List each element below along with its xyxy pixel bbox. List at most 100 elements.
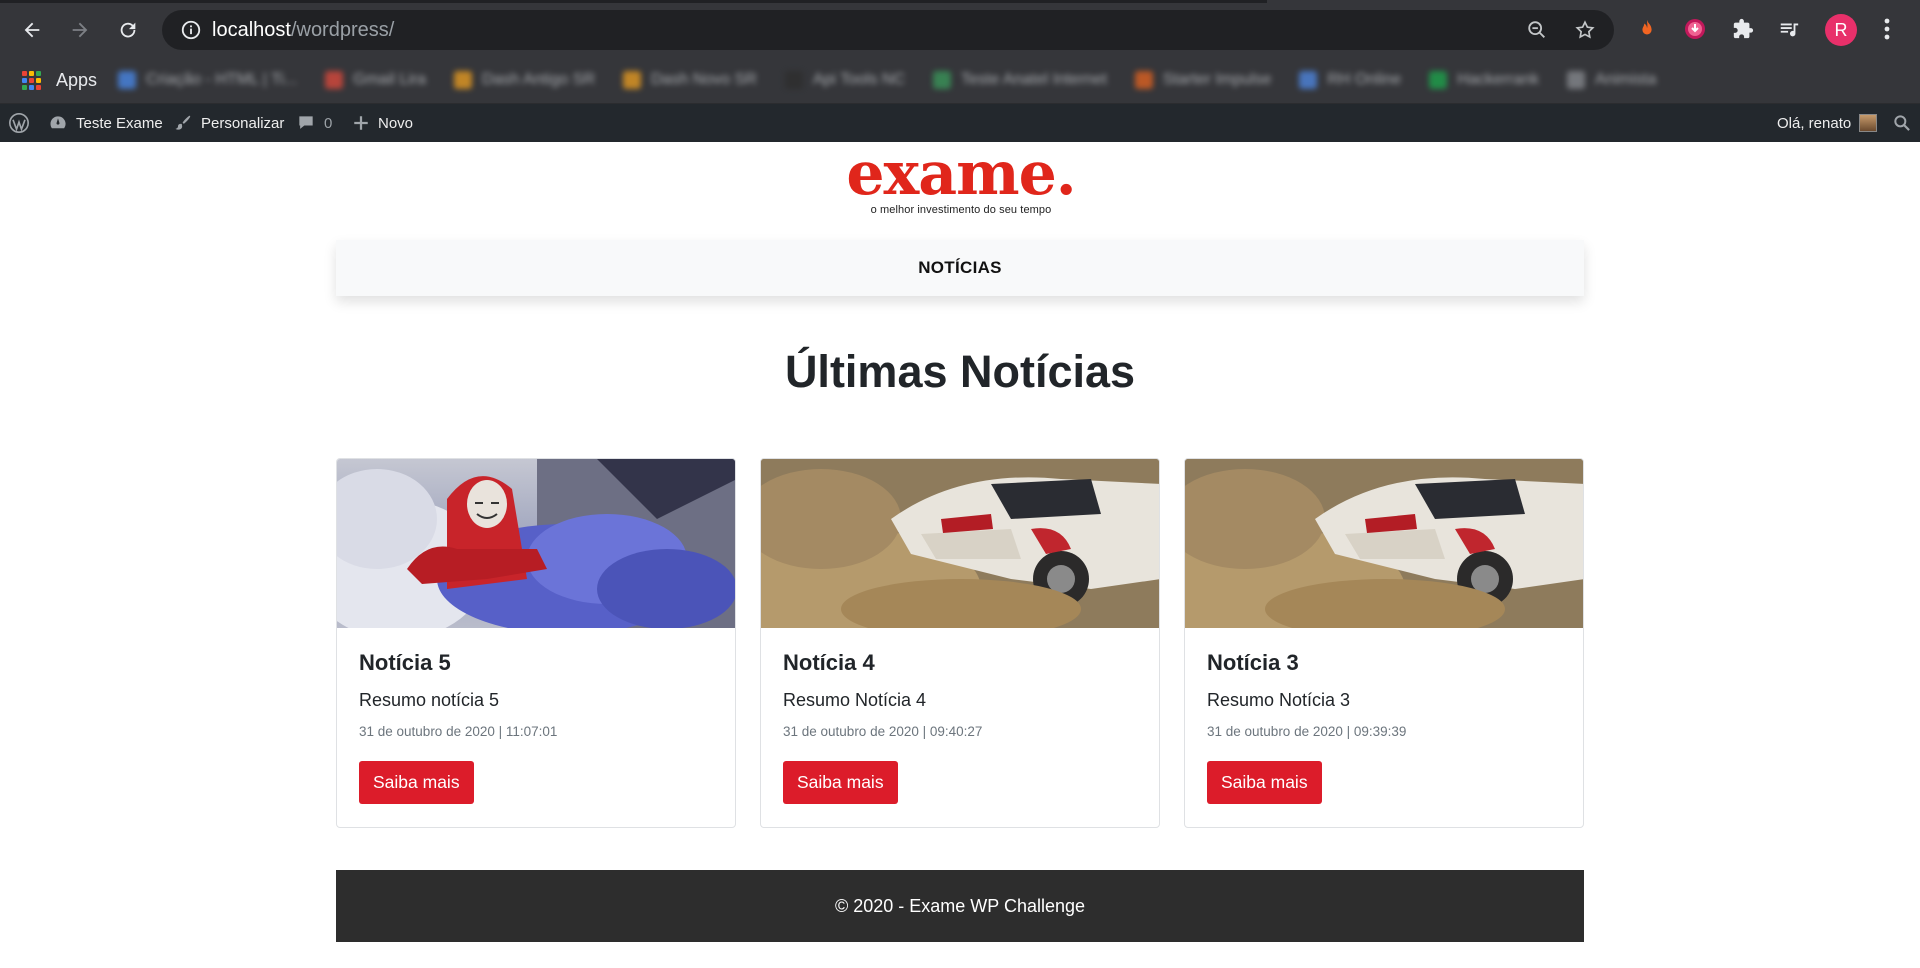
- forward-button[interactable]: [62, 12, 98, 48]
- address-bar[interactable]: localhost/wordpress/: [162, 10, 1614, 50]
- wp-admin-bar: Teste Exame Personalizar 0 Novo Olá, ren…: [0, 104, 1920, 142]
- bookmark-favicon-icon: [325, 71, 344, 89]
- bookmark-item[interactable]: Animista: [1567, 71, 1656, 89]
- apps-grid-icon: [22, 70, 42, 91]
- bookmark-favicon-icon: [1567, 71, 1585, 89]
- apps-shortcut[interactable]: Apps: [22, 70, 97, 91]
- zoom-out-icon[interactable]: [1526, 19, 1548, 41]
- bookmark-favicon-icon: [1429, 71, 1448, 89]
- bookmark-item[interactable]: Starter Impulse: [1134, 71, 1272, 89]
- customize-link[interactable]: Personalizar: [173, 104, 284, 142]
- bookmark-label: Api Tools NC: [812, 71, 906, 88]
- url-path: /wordpress/: [290, 19, 395, 41]
- bookmark-item[interactable]: Hackerrank: [1429, 71, 1539, 89]
- comments-count: 0: [324, 114, 333, 132]
- bookmark-item[interactable]: Dash Antigo SR: [454, 71, 595, 89]
- news-card-date: 31 de outubro de 2020 | 11:07:01: [359, 724, 558, 739]
- apps-label: Apps: [56, 70, 98, 90]
- news-card-image-protester[interactable]: [337, 459, 735, 628]
- bookmark-favicon-icon: [784, 71, 803, 89]
- site-name-link[interactable]: Teste Exame: [48, 104, 163, 142]
- site-footer: © 2020 - Exame WP Challenge: [336, 870, 1584, 942]
- read-more-button[interactable]: Saiba mais: [783, 761, 898, 804]
- wp-logo-button[interactable]: [8, 104, 38, 142]
- url-host: localhost: [212, 19, 291, 41]
- arrow-left-icon: [24, 22, 40, 38]
- greeting-label: Olá, renato: [1777, 114, 1852, 132]
- news-card: Notícia 5 Resumo notícia 5 31 de outubro…: [336, 458, 736, 828]
- info-icon[interactable]: [180, 19, 202, 41]
- footer-copyright: © 2020 - Exame WP Challenge: [834, 895, 1086, 916]
- extensions-puzzle-icon[interactable]: [1730, 16, 1756, 42]
- bookmark-label: Dash Novo SR: [651, 71, 757, 88]
- news-card-title[interactable]: Notícia 5: [359, 650, 713, 676]
- arrow-right-icon: [72, 22, 88, 38]
- comments-link[interactable]: 0: [296, 104, 332, 142]
- page-heading: Últimas Notícias: [784, 346, 1136, 397]
- bookmarks-bar: Apps Criação - HTML | Ti... Gmail Lira Das…: [0, 60, 1920, 104]
- customize-label: Personalizar: [201, 114, 285, 132]
- bookmark-item[interactable]: Gmail Lira: [325, 71, 426, 89]
- news-card-excerpt: Resumo notícia 5: [359, 690, 500, 710]
- logo-wordmark: exame.: [846, 139, 1076, 209]
- news-card-title[interactable]: Notícia 3: [1207, 650, 1561, 676]
- nav-link-noticias[interactable]: NOTÍCIAS: [918, 258, 1002, 278]
- wordpress-icon: [9, 113, 29, 133]
- news-card-grid: Notícia 5 Resumo notícia 5 31 de outubro…: [336, 458, 1584, 828]
- browser-menu-icon[interactable]: [1874, 16, 1900, 42]
- bookmark-list: Criação - HTML | Ti... Gmail Lira Dash Ant…: [118, 71, 1684, 89]
- back-button[interactable]: [14, 12, 50, 48]
- bookmark-item[interactable]: RH Online: [1299, 71, 1401, 89]
- bookmark-favicon-icon: [454, 71, 473, 89]
- bookmark-label: Criação - HTML | Ti...: [146, 71, 298, 88]
- dashboard-gauge-icon: [50, 116, 66, 129]
- media-queue-icon[interactable]: [1776, 16, 1802, 42]
- extension-download-icon[interactable]: [1682, 16, 1708, 42]
- main-navbar: NOTÍCIAS: [336, 240, 1584, 296]
- bookmark-label: Gmail Lira: [353, 71, 427, 88]
- news-card-title[interactable]: Notícia 4: [783, 650, 1137, 676]
- site-name-label: Teste Exame: [76, 114, 163, 132]
- bookmark-label: RH Online: [1327, 71, 1402, 88]
- browser-toolbar: localhost/wordpress/ R: [0, 0, 1920, 60]
- tab-strip: [0, 0, 1267, 3]
- site-page: exame. o melhor investimento do seu temp…: [0, 142, 1920, 968]
- comment-bubble-icon: [299, 116, 313, 129]
- news-card-excerpt: Resumo Notícia 3: [1207, 690, 1351, 710]
- new-content-label: Novo: [378, 114, 414, 132]
- bookmark-favicon-icon: [933, 71, 952, 89]
- extension-fire-icon[interactable]: [1634, 16, 1660, 42]
- bookmark-favicon-icon: [1134, 71, 1153, 89]
- news-card-date: 31 de outubro de 2020 | 09:40:27: [783, 724, 983, 739]
- bookmark-label: Starter Impulse: [1162, 71, 1272, 88]
- read-more-button[interactable]: Saiba mais: [1207, 761, 1322, 804]
- news-card-date: 31 de outubro de 2020 | 09:39:39: [1207, 724, 1407, 739]
- news-card: Notícia 4 Resumo Notícia 4 31 de outubro…: [760, 458, 1160, 828]
- bookmark-item[interactable]: Criação - HTML | Ti...: [118, 71, 297, 89]
- read-more-button[interactable]: Saiba mais: [359, 761, 474, 804]
- bookmark-label: Hackerrank: [1457, 71, 1539, 88]
- bookmark-item[interactable]: Dash Novo SR: [623, 71, 757, 89]
- news-card-image-rally-car[interactable]: [761, 459, 1159, 628]
- bookmark-label: Dash Antigo SR: [482, 71, 595, 88]
- new-content-link[interactable]: Novo: [352, 104, 413, 142]
- profile-avatar[interactable]: R: [1825, 14, 1857, 46]
- news-card-excerpt: Resumo Notícia 4: [783, 690, 927, 710]
- bookmark-item[interactable]: Api Tools NC: [784, 71, 906, 89]
- search-icon: [1894, 115, 1910, 131]
- plus-icon: [354, 116, 368, 130]
- user-avatar: [1859, 114, 1878, 132]
- admin-search-button[interactable]: [1892, 104, 1920, 142]
- bookmark-label: Teste Anatel Internet: [961, 71, 1107, 88]
- bookmark-star-icon[interactable]: [1574, 19, 1596, 41]
- bookmark-favicon-icon: [623, 71, 641, 89]
- logo-tagline: o melhor investimento do seu tempo: [870, 204, 1052, 216]
- news-card-image-rally-car[interactable]: [1185, 459, 1583, 628]
- reload-button[interactable]: [110, 12, 146, 48]
- bookmark-favicon-icon: [1299, 71, 1318, 89]
- url-text: localhost/wordpress/: [212, 19, 394, 41]
- news-card: Notícia 3 Resumo Notícia 3 31 de outubro…: [1184, 458, 1584, 828]
- account-link[interactable]: Olá, renato: [1777, 104, 1878, 142]
- bookmark-item[interactable]: Teste Anatel Internet: [933, 71, 1107, 89]
- site-logo[interactable]: exame. o melhor investimento do seu temp…: [846, 142, 1076, 220]
